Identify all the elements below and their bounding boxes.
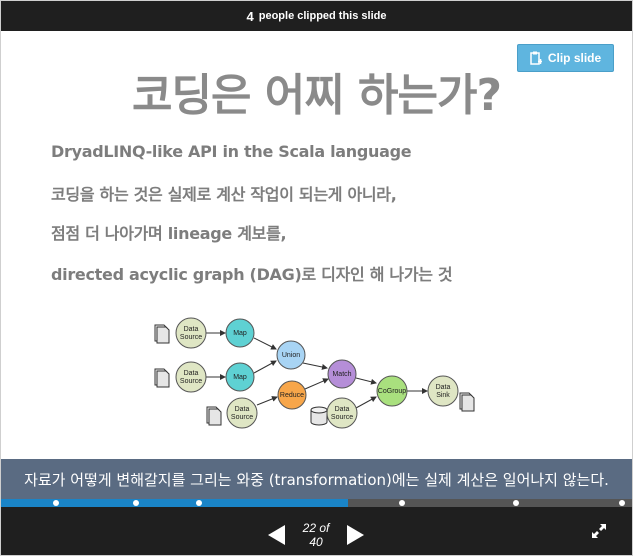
slide-line-2: 코딩을 하는 것은 실제로 계산 작업이 되는게 아니라, bbox=[51, 185, 397, 204]
progress-marker[interactable] bbox=[53, 500, 59, 506]
fullscreen-icon[interactable] bbox=[591, 523, 607, 539]
slide-navigation: 22 of 40 bbox=[268, 521, 364, 549]
slide-counter: 22 of 40 bbox=[302, 521, 330, 549]
progress-marker[interactable] bbox=[619, 500, 625, 506]
node-data-source-4 bbox=[326, 397, 358, 429]
node-label: Match bbox=[332, 371, 351, 378]
slide-line-1: DryadLINQ-like API in the Scala language bbox=[51, 142, 412, 161]
prev-arrow-icon[interactable] bbox=[268, 525, 285, 545]
node-label: Map bbox=[233, 374, 247, 381]
clip-count-bar: 4 people clipped this slide bbox=[1, 1, 632, 31]
node-label: Data bbox=[184, 370, 199, 377]
node-label: Data bbox=[235, 406, 250, 413]
progress-marker[interactable] bbox=[399, 500, 405, 506]
slide-line-3: 점점 더 나아가며 lineage 계보를, bbox=[51, 224, 287, 243]
slide-line-4: directed acyclic graph (DAG)로 디자인 해 나가는 … bbox=[51, 265, 453, 284]
slide-viewer: 4 people clipped this slide Clip slide 코… bbox=[0, 0, 633, 556]
node-label: Sink bbox=[436, 392, 450, 399]
node-label: Union bbox=[282, 352, 300, 359]
node-label: Source bbox=[331, 414, 353, 421]
node-data-source-1 bbox=[175, 317, 207, 349]
node-label: Source bbox=[180, 378, 202, 385]
node-label: Reduce bbox=[280, 392, 304, 399]
node-label: Data bbox=[184, 326, 199, 333]
node-label: Data bbox=[436, 384, 451, 391]
dag-diagram: Data Source Data Source Map Map Union Da… bbox=[154, 317, 475, 429]
node-data-source-2 bbox=[175, 361, 207, 393]
database-icon bbox=[310, 406, 328, 426]
progress-marker[interactable] bbox=[133, 500, 139, 506]
next-arrow-icon[interactable] bbox=[347, 525, 364, 545]
node-label: Source bbox=[180, 334, 202, 341]
progress-marker[interactable] bbox=[196, 500, 202, 506]
clip-count-text: people clipped this slide bbox=[258, 10, 387, 22]
node-data-source-3 bbox=[226, 397, 258, 429]
progress-bar[interactable] bbox=[1, 499, 632, 507]
node-data-sink bbox=[427, 375, 459, 407]
progress-marker[interactable] bbox=[513, 500, 519, 506]
node-label: CoGroup bbox=[378, 388, 407, 395]
clip-count: 4 bbox=[246, 8, 254, 24]
node-label: Source bbox=[231, 414, 253, 421]
navigation-bar: 22 of 40 bbox=[1, 507, 632, 555]
node-label: Data bbox=[335, 406, 350, 413]
slide-title: 코딩은 어찌 하는가? bbox=[132, 70, 502, 121]
slide-caption: 자료가 어떻게 변해갈지를 그리는 와중 (transformation)에는 … bbox=[1, 459, 632, 499]
node-label: Map bbox=[233, 330, 247, 337]
